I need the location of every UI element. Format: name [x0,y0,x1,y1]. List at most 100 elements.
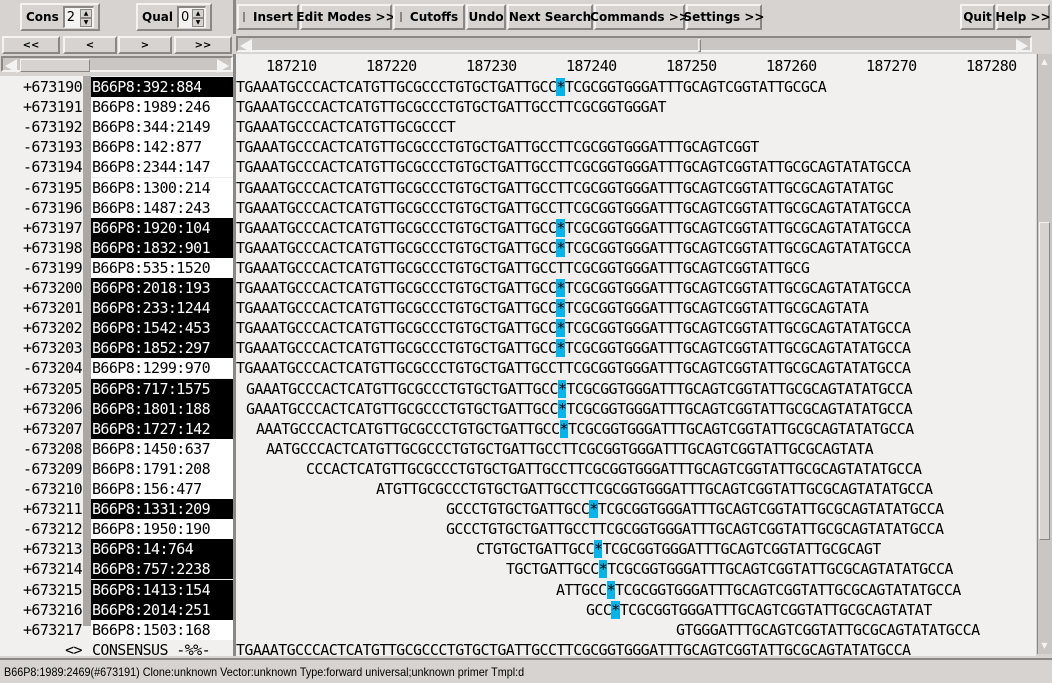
read-sequence[interactable]: ATGTTGCGCCCTGTGCTGATTGCCTTCGCGGTGGGATTTG… [376,479,933,499]
read-sequence[interactable]: TGAAATGCCCACTCATGTTGCGCCCTGTGCTGATTGCC*T… [236,218,911,238]
insert-toggle[interactable]: Insert [237,4,299,30]
cons-spin-arrows[interactable]: ▲ ▼ [80,9,92,27]
read-name[interactable]: B66P8:142:877 [91,137,233,158]
names-hscrollbar[interactable] [1,56,233,73]
quit-button[interactable]: Quit [960,4,995,30]
consensus-sequence[interactable]: TGAAATGCCCACTCATGTTGCGCCCTGTGCTGATTGCCTT… [236,640,911,656]
read-name[interactable]: B66P8:1727:142 [91,418,233,439]
gap-base-highlight[interactable]: * [556,339,565,358]
read-name[interactable]: B66P8:1487:243 [91,197,233,218]
read-name[interactable]: B66P8:535:1520 [91,257,233,278]
read-name[interactable]: B66P8:1299:970 [91,358,233,379]
read-name[interactable]: B66P8:2014:251 [91,599,233,620]
spin-up-icon[interactable]: ▲ [80,9,92,18]
gap-base-highlight[interactable]: * [556,319,565,338]
read-sequence[interactable]: TGAAATGCCCACTCATGTTGCGCCCTGTGCTGATTGCC*T… [236,238,911,258]
qual-value[interactable]: 0 [181,10,189,25]
read-name[interactable]: B66P8:1503:168 [91,619,233,640]
alignment-panel[interactable]: TGAAATGCCCACTCATGTTGCGCCCTGTGCTGATTGCC*T… [236,76,1036,656]
read-sequence[interactable]: AAATGCCCACTCATGTTGCGCCCTGTGCTGATTGCC*TCG… [256,419,914,439]
scroll-right-icon[interactable] [217,59,229,73]
read-name[interactable]: B66P8:1413:154 [91,579,233,600]
cutoffs-toggle[interactable]: Cutoffs [393,4,465,30]
read-sequence[interactable]: TGAAATGCCCACTCATGTTGCGCCCT [236,117,456,137]
gap-base-highlight[interactable]: * [611,600,620,619]
cutoffs-checkbox[interactable] [399,12,402,22]
read-name[interactable]: B66P8:2018:193 [91,278,233,298]
read-name[interactable]: B66P8:1791:208 [91,458,233,479]
read-sequence[interactable]: TGAAATGCCCACTCATGTTGCGCCCTGTGCTGATTGCCTT… [236,358,911,378]
qual-spinbox[interactable]: 0 ▲ ▼ [176,6,206,28]
spin-up-icon[interactable]: ▲ [192,9,204,18]
nav-prev-button[interactable]: < [63,36,117,54]
scroll-up-icon[interactable]: ▲ [1039,56,1050,68]
next-search-button[interactable]: Next Search [507,4,593,30]
read-name[interactable]: B66P8:1801:188 [91,398,233,419]
scroll-left-icon[interactable] [240,39,252,53]
read-sequence[interactable]: ATTGCC*TCGCGGTGGGATTTGCAGTCGGTATTGCGCAGT… [556,580,961,600]
read-name[interactable]: B66P8:156:477 [91,479,233,499]
read-sequence[interactable]: TGAAATGCCCACTCATGTTGCGCCCTGTGCTGATTGCCTT… [236,258,810,278]
read-name[interactable]: B66P8:1950:190 [91,519,233,540]
gap-base-highlight[interactable]: * [556,218,565,237]
read-name[interactable]: B66P8:757:2238 [91,559,233,580]
read-sequence[interactable]: TGCTGATTGCC*TCGCGGTGGGATTTGCAGTCGGTATTGC… [506,559,953,579]
read-name[interactable]: B66P8:392:884 [91,77,233,97]
alignment-vscrollbar[interactable]: ▲ ▼ [1037,54,1052,654]
read-name[interactable]: B66P8:14:764 [91,539,233,560]
read-name[interactable]: B66P8:344:2149 [91,117,233,138]
gap-base-highlight[interactable]: * [606,580,616,599]
sequence-hscrollbar[interactable] [236,36,1032,53]
gap-base-highlight[interactable]: * [598,560,608,579]
read-name[interactable]: B66P8:1450:637 [91,438,233,459]
read-sequence[interactable]: GCC*TCGCGGTGGGATTTGCAGTCGGTATTGCGCAGTATA… [586,600,932,620]
read-sequence[interactable]: AATGCCCACTCATGTTGCGCCCTGTGCTGATTGCCTTCGC… [266,439,874,459]
scroll-down-icon[interactable]: ▼ [1039,640,1050,652]
consensus-label[interactable]: CONSENSUS -%%- [91,640,233,660]
nav-first-button[interactable]: << [2,36,60,54]
read-sequence[interactable]: TGAAATGCCCACTCATGTTGCGCCCTGTGCTGATTGCCTT… [236,97,667,117]
read-sequence[interactable]: GCCCTGTGCTGATTGCCTTCGCGGTGGGATTTGCAGTCGG… [446,519,944,539]
gap-base-highlight[interactable]: * [589,500,598,519]
insert-checkbox[interactable] [243,12,246,22]
read-name[interactable]: B66P8:1852:297 [91,338,233,359]
read-name[interactable]: B66P8:1989:246 [91,97,233,118]
undo-button[interactable]: Undo [466,4,506,30]
read-sequence[interactable]: CCCACTCATGTTGCGCCCTGTGCTGATTGCCTTCGCGGTG… [306,459,922,479]
read-sequence[interactable]: TGAAATGCCCACTCATGTTGCGCCCTGTGCTGATTGCCTT… [236,198,911,218]
read-sequence[interactable]: TGAAATGCCCACTCATGTTGCGCCCTGTGCTGATTGCCTT… [236,157,911,177]
scroll-right-icon[interactable] [1016,39,1028,53]
read-name[interactable]: B66P8:2344:147 [91,157,233,178]
read-sequence[interactable]: GAAATGCCCACTCATGTTGCGCCCTGTGCTGATTGCC*TC… [246,399,913,419]
read-sequence[interactable]: TGAAATGCCCACTCATGTTGCGCCCTGTGCTGATTGCC*T… [236,318,911,338]
cons-value[interactable]: 2 [67,10,75,25]
spin-down-icon[interactable]: ▼ [192,18,204,27]
vscroll-thumb[interactable] [1039,222,1050,540]
cons-spinbox[interactable]: 2 ▲ ▼ [62,6,94,28]
read-name[interactable]: B66P8:1832:901 [91,237,233,258]
read-name[interactable]: B66P8:717:1575 [91,378,233,399]
gap-base-highlight[interactable]: * [556,238,565,257]
read-sequence[interactable]: TGAAATGCCCACTCATGTTGCGCCCTGTGCTGATTGCCTT… [236,137,759,157]
read-name[interactable]: B66P8:1920:104 [91,217,233,238]
read-name[interactable]: B66P8:1542:453 [91,318,233,339]
read-sequence[interactable]: TGAAATGCCCACTCATGTTGCGCCCTGTGCTGATTGCC*T… [236,338,911,358]
read-name[interactable]: B66P8:233:1244 [91,298,233,319]
read-sequence[interactable]: GAAATGCCCACTCATGTTGCGCCCTGTGCTGATTGCC*TC… [246,379,913,399]
read-sequence[interactable]: TGAAATGCCCACTCATGTTGCGCCCTGTGCTGATTGCC*T… [236,77,827,97]
commands-button[interactable]: Commands >> [590,4,689,30]
settings-button[interactable]: Settings >> [684,4,764,30]
read-sequence[interactable]: TGAAATGCCCACTCATGTTGCGCCCTGTGCTGATTGCC*T… [236,298,869,318]
edit-modes-button[interactable]: Edit Modes >> [296,4,396,30]
scroll-left-icon[interactable] [5,59,17,73]
read-name[interactable]: B66P8:1331:209 [91,499,233,520]
read-sequence[interactable]: TGAAATGCCCACTCATGTTGCGCCCTGTGCTGATTGCC*T… [236,278,911,298]
gap-base-highlight[interactable]: * [556,78,565,96]
help-button[interactable]: Help >> [995,4,1051,30]
gap-base-highlight[interactable]: * [556,299,565,318]
nav-last-button[interactable]: >> [174,36,232,54]
read-sequence[interactable]: TGAAATGCCCACTCATGTTGCGCCCTGTGCTGATTGCCTT… [236,178,894,198]
qual-spin-arrows[interactable]: ▲ ▼ [192,9,204,27]
nav-next-button[interactable]: > [118,36,172,54]
gap-base-highlight[interactable]: * [556,279,565,297]
